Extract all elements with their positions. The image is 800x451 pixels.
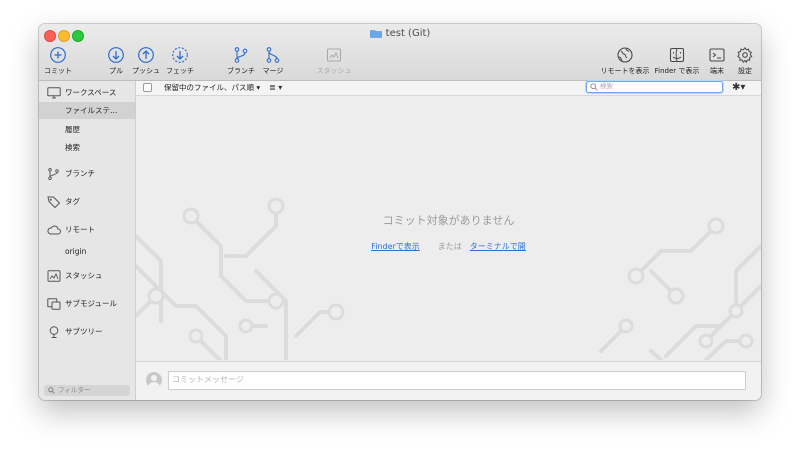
tag-icon	[47, 196, 61, 208]
sidebar-section-submodules[interactable]: サブモジュール	[39, 295, 135, 313]
show-remote-label: リモートを表示	[600, 67, 650, 75]
empty-state-message: コミット対象がありません	[382, 214, 515, 227]
titlebar: test (Git) コミット プル プッシュ フェッチ ブランチ マージ スタ…	[39, 24, 761, 81]
app-window: test (Git) コミット プル プッシュ フェッチ ブランチ マージ スタ…	[39, 24, 761, 400]
fetch-label: フェッチ	[166, 67, 194, 75]
submodule-icon	[47, 298, 61, 310]
file-status-label: ファイルステ…	[65, 106, 118, 115]
plus-circle-icon	[50, 47, 66, 63]
merge-icon	[266, 47, 280, 63]
options-gear-dropdown[interactable]: ✱▾	[732, 81, 745, 94]
merge-button[interactable]: マージ	[243, 46, 303, 76]
view-mode-dropdown[interactable]: ≣ ▾	[269, 82, 282, 94]
commit-label: コミット	[44, 67, 72, 75]
finder-icon	[669, 47, 685, 63]
subtrees-label: サブツリー	[65, 327, 103, 336]
or-text: または	[437, 242, 462, 251]
dashed-arrow-down-circle-icon	[172, 47, 188, 63]
search-placeholder: 検索	[600, 82, 613, 90]
open-terminal-link[interactable]: ターミナルで開	[470, 242, 526, 251]
branch-icon	[48, 168, 59, 180]
select-all-checkbox[interactable]	[143, 83, 152, 92]
remotes-label: リモート	[65, 225, 95, 234]
search-label: 検索	[65, 143, 80, 152]
sidebar-section-workspace[interactable]: ワークスペース	[39, 84, 135, 102]
globe-icon	[617, 47, 633, 63]
sidebar: ワークスペース ファイルステ… 履歴 検索 ブランチ タグ リモート origi…	[39, 81, 136, 400]
empty-state-actions: Finderで表示 または ターミナルで開	[136, 242, 761, 252]
commit-message-input[interactable]: コミットメッセージ	[168, 371, 746, 390]
sidebar-filter-placeholder: フィルター	[58, 386, 91, 394]
settings-button[interactable]: 設定	[715, 46, 761, 76]
sidebar-item-history[interactable]: 履歴	[39, 121, 135, 138]
commit-button[interactable]: コミット	[39, 46, 88, 76]
stash-icon	[326, 48, 342, 62]
commit-message-placeholder: コミットメッセージ	[172, 375, 244, 384]
file-filter-bar: 保留中のファイル、パス順 ▾ ≣ ▾ 検索 ✱▾	[135, 81, 761, 96]
window-title-text: test (Git)	[385, 28, 431, 39]
history-label: 履歴	[65, 125, 80, 134]
settings-label: 設定	[738, 67, 752, 75]
sidebar-filter-input[interactable]: フィルター	[44, 385, 130, 396]
monitor-icon	[47, 87, 61, 99]
sidebar-section-subtrees[interactable]: サブツリー	[39, 323, 135, 341]
remote-origin-label: origin	[65, 247, 87, 256]
sidebar-section-stashes[interactable]: スタッシュ	[39, 267, 135, 285]
stash-icon	[47, 270, 61, 282]
branches-label: ブランチ	[65, 169, 95, 178]
avatar-icon	[146, 372, 162, 388]
subtree-icon	[49, 326, 59, 338]
show-remote-button[interactable]: リモートを表示	[595, 46, 655, 76]
sidebar-section-branches[interactable]: ブランチ	[39, 165, 135, 183]
window-title: test (Git)	[39, 27, 761, 41]
merge-label: マージ	[262, 67, 284, 75]
sidebar-item-remote-origin[interactable]: origin	[39, 243, 135, 260]
cloud-icon	[47, 225, 61, 235]
stash-button[interactable]: スタッシュ	[304, 46, 364, 76]
sidebar-section-tags[interactable]: タグ	[39, 193, 135, 211]
search-icon	[590, 83, 598, 91]
commit-message-area: コミットメッセージ	[136, 361, 761, 400]
show-in-finder-link[interactable]: Finderで表示	[371, 242, 420, 251]
folder-icon	[369, 29, 382, 38]
file-status-panel: コミット対象がありません Finderで表示 または ターミナルで開	[136, 96, 761, 360]
sidebar-item-file-status[interactable]: ファイルステ…	[39, 102, 135, 119]
search-icon	[48, 387, 55, 394]
stashes-label: スタッシュ	[65, 271, 103, 280]
workspace-label: ワークスペース	[65, 88, 117, 97]
sidebar-section-remotes[interactable]: リモート	[39, 221, 135, 239]
tags-label: タグ	[65, 197, 80, 206]
gear-icon	[737, 46, 753, 64]
file-search-input[interactable]: 検索	[586, 81, 723, 93]
file-filter-dropdown[interactable]: 保留中のファイル、パス順 ▾	[164, 82, 260, 94]
stash-label: スタッシュ	[316, 67, 352, 75]
submodules-label: サブモジュール	[65, 299, 117, 308]
fetch-button[interactable]: フェッチ	[150, 46, 210, 76]
circuit-background-illustration	[136, 197, 761, 360]
sidebar-item-search[interactable]: 検索	[39, 139, 135, 156]
